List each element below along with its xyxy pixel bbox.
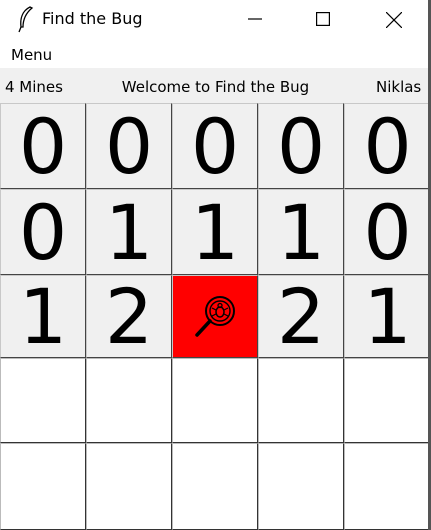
minimize-button[interactable]	[232, 0, 278, 38]
number-cell[interactable]: 1	[172, 187, 258, 277]
hidden-cell[interactable]	[258, 443, 344, 530]
cell-number: 1	[276, 187, 326, 277]
number-cell[interactable]: 0	[344, 101, 431, 191]
cell-number: 1	[190, 187, 240, 277]
cell-number: 1	[18, 272, 68, 361]
number-cell[interactable]: 2	[86, 272, 172, 361]
hidden-cell[interactable]	[344, 443, 431, 530]
hidden-cell[interactable]	[86, 443, 172, 530]
number-cell[interactable]: 1	[0, 272, 86, 361]
hidden-cell[interactable]	[0, 443, 86, 530]
maximize-button[interactable]	[300, 0, 346, 38]
cell-number: 0	[18, 101, 68, 191]
hidden-cell[interactable]	[344, 358, 431, 443]
welcome-message: Welcome to Find the Bug	[121, 78, 310, 96]
number-cell[interactable]: 0	[344, 187, 431, 277]
cell-number: 0	[363, 101, 412, 191]
hidden-cell[interactable]	[172, 358, 258, 443]
player-name: Niklas	[376, 78, 422, 96]
bug-cell[interactable]	[172, 275, 258, 358]
cell-number: 2	[104, 272, 154, 361]
cell-number: 0	[190, 101, 240, 191]
feather-icon	[18, 6, 34, 33]
number-cell[interactable]: 1	[258, 187, 344, 277]
number-cell[interactable]: 0	[172, 101, 258, 191]
hidden-cell[interactable]	[258, 358, 344, 443]
window-title: Find the Bug	[42, 9, 143, 28]
cell-number: 1	[363, 272, 412, 361]
status-bar: Welcome to Find the Bug 4 Mines Niklas	[0, 68, 431, 103]
cell-number: 0	[18, 187, 68, 277]
title-bar: Find the Bug	[0, 0, 431, 38]
number-cell[interactable]: 0	[86, 101, 172, 191]
maximize-icon	[316, 12, 330, 26]
menu-bar: Menu	[0, 38, 431, 68]
cell-number: 0	[276, 101, 326, 191]
hidden-cell[interactable]	[172, 443, 258, 530]
cell-number: 2	[276, 272, 326, 361]
number-cell[interactable]: 1	[86, 187, 172, 277]
number-cell[interactable]: 1	[344, 272, 431, 361]
close-button[interactable]	[370, 0, 416, 38]
hidden-cell[interactable]	[86, 358, 172, 443]
number-cell[interactable]: 2	[258, 272, 344, 361]
menu-button[interactable]: Menu	[11, 46, 52, 64]
minimize-icon	[248, 18, 262, 20]
number-cell[interactable]: 0	[0, 101, 86, 191]
game-board: 00000011101221	[0, 101, 431, 530]
number-cell[interactable]: 0	[258, 101, 344, 191]
cell-number: 1	[104, 187, 154, 277]
number-cell[interactable]: 0	[0, 187, 86, 277]
close-icon	[386, 12, 402, 28]
cell-number: 0	[363, 187, 412, 277]
bug-magnifier-icon	[195, 295, 235, 337]
cell-number: 0	[104, 101, 154, 191]
hidden-cell[interactable]	[0, 358, 86, 443]
mine-count: 4 Mines	[5, 78, 63, 96]
